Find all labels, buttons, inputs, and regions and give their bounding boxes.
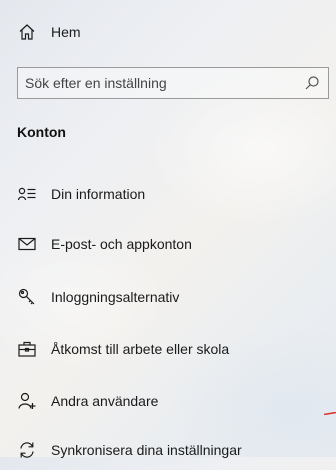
menu-item-work-school-access[interactable]: Åtkomst till arbete eller skola xyxy=(0,329,320,369)
menu-item-label: Åtkomst till arbete eller skola xyxy=(51,341,230,357)
menu-item-email-accounts[interactable]: E-post- och appkonton xyxy=(0,224,320,264)
search-box[interactable] xyxy=(17,67,329,99)
menu-item-label: Andra användare xyxy=(51,393,159,409)
add-person-icon xyxy=(17,391,37,411)
menu-item-label: Din information xyxy=(51,186,146,202)
sync-icon xyxy=(17,440,37,460)
red-annotation-mark xyxy=(323,402,336,416)
section-title: Konton xyxy=(17,124,66,140)
mail-icon xyxy=(17,234,37,254)
menu-item-din-information[interactable]: Din information xyxy=(0,174,320,214)
search-input[interactable] xyxy=(18,69,295,97)
nav-home-label: Hem xyxy=(51,24,81,40)
menu-item-label: Synkronisera dina inställningar xyxy=(51,442,242,458)
menu-item-label: E-post- och appkonton xyxy=(51,236,192,252)
person-info-icon xyxy=(17,184,37,204)
search-icon[interactable] xyxy=(304,75,320,91)
menu-item-sync-settings[interactable]: Synkronisera dina inställningar xyxy=(0,430,320,470)
menu-item-other-users[interactable]: Andra användare xyxy=(0,381,320,421)
nav-home[interactable]: Hem xyxy=(0,12,320,52)
menu-item-sign-in-options[interactable]: Inloggningsalternativ xyxy=(0,277,320,317)
key-icon xyxy=(17,287,37,307)
menu-item-label: Inloggningsalternativ xyxy=(51,289,180,305)
home-icon xyxy=(17,22,37,42)
briefcase-icon xyxy=(17,339,37,359)
